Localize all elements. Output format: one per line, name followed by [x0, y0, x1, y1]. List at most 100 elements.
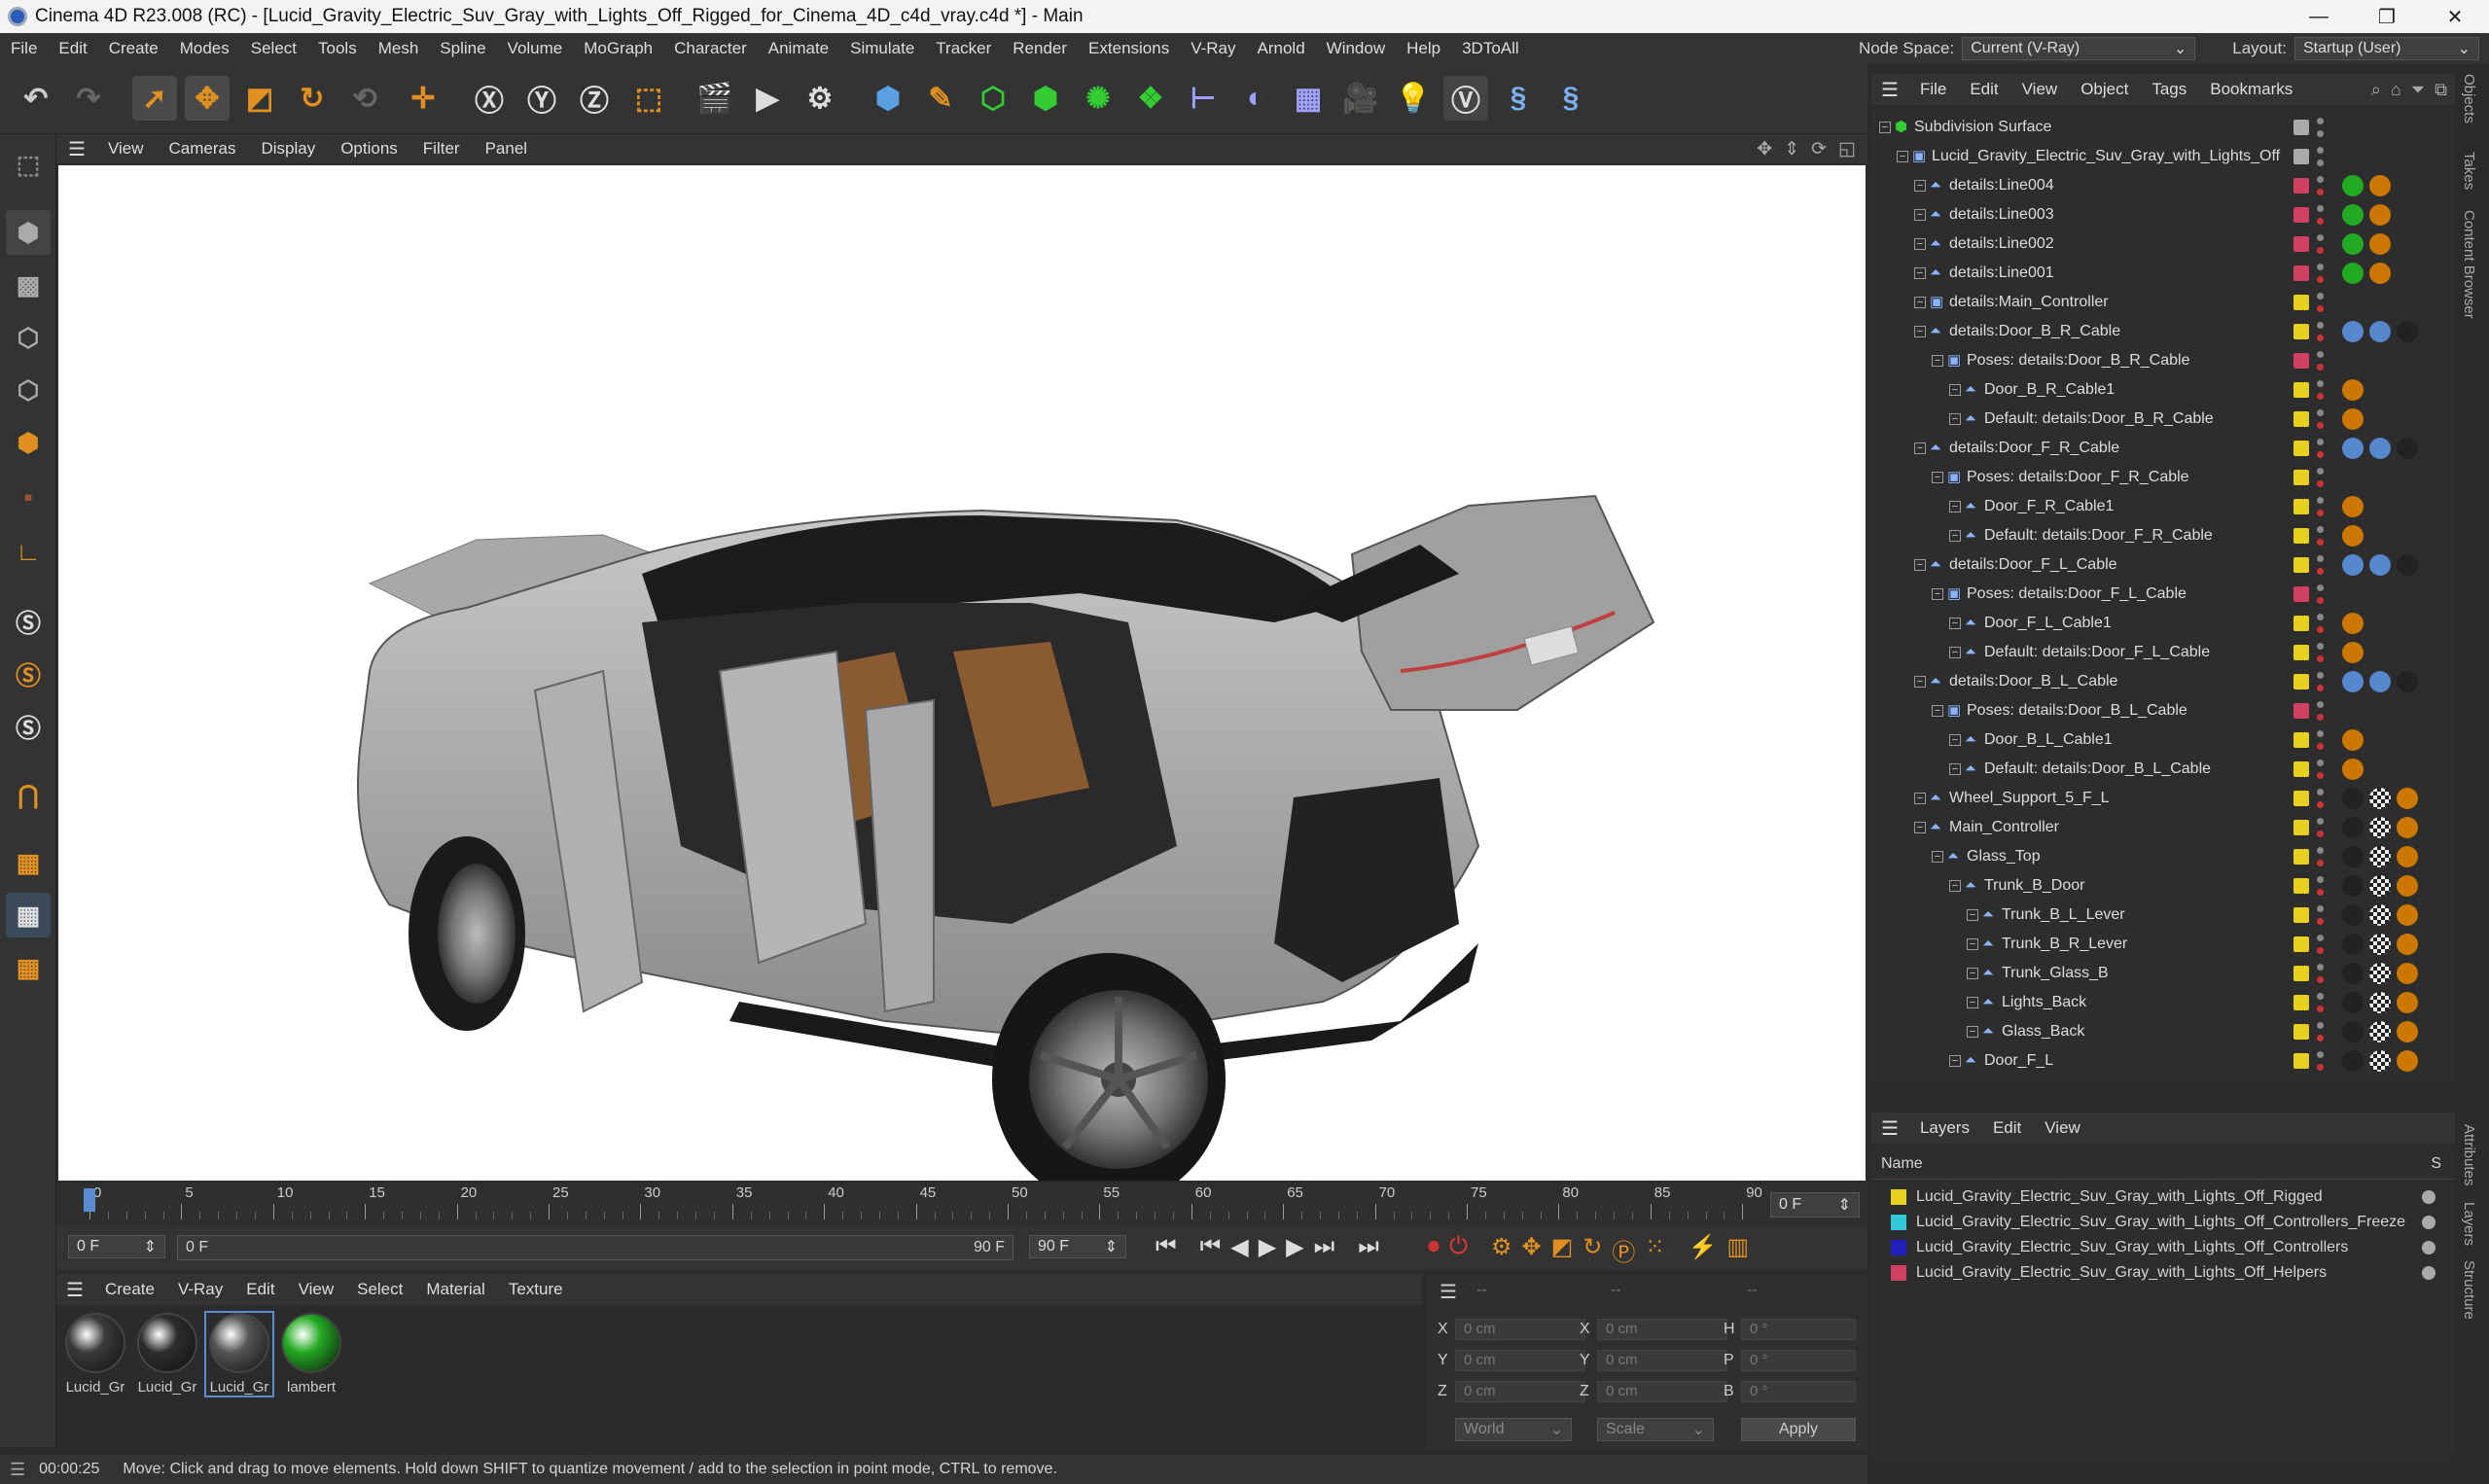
side-tab-takes[interactable]: Takes: [2461, 152, 2477, 190]
object-tag-icon[interactable]: [2397, 846, 2418, 867]
layer-color-swatch[interactable]: [2293, 207, 2309, 223]
object-tag-icon[interactable]: [2397, 1050, 2418, 1072]
visibility-dots[interactable]: [2317, 205, 2325, 225]
layer-color-swatch[interactable]: [2293, 645, 2309, 660]
keyframe-selection-icon[interactable]: ⚙: [1491, 1233, 1512, 1267]
polygons-mode-icon[interactable]: ⬢: [6, 420, 51, 465]
object-tag-icon[interactable]: [2369, 554, 2391, 576]
material-menu-view[interactable]: View: [287, 1280, 346, 1299]
object-tag-icon[interactable]: [2397, 817, 2418, 838]
home-icon[interactable]: ⌂: [2391, 80, 2401, 100]
material-menu-edit[interactable]: Edit: [234, 1280, 286, 1299]
layer-solo-toggle[interactable]: [2422, 1241, 2436, 1254]
object-tag-icon[interactable]: [2397, 963, 2418, 984]
object-tag-icon[interactable]: [2342, 1021, 2364, 1042]
object-menu-edit[interactable]: Edit: [1958, 80, 2009, 99]
viewport-menu-filter[interactable]: Filter: [410, 139, 473, 159]
object-tag-icon[interactable]: [2342, 642, 2364, 663]
expand-toggle-icon[interactable]: −: [1949, 501, 1961, 512]
object-tag-icon[interactable]: [2342, 904, 2364, 926]
visibility-dots[interactable]: [2317, 351, 2325, 371]
viewport-menu-cameras[interactable]: Cameras: [156, 139, 248, 159]
timeline-window-icon[interactable]: ▥: [1726, 1233, 1749, 1267]
layer-color-swatch[interactable]: [2293, 557, 2309, 573]
object-tag-icon[interactable]: [2342, 613, 2364, 634]
snap-quantize-icon[interactable]: Ⓢ: [6, 704, 51, 749]
pos-y-field[interactable]: 0 cm: [1455, 1350, 1585, 1371]
visibility-dots[interactable]: [2317, 964, 2325, 983]
pan-view-icon[interactable]: ✥: [1757, 138, 1772, 160]
object-tag-icon[interactable]: [2369, 904, 2391, 926]
layer-color-swatch[interactable]: [2293, 616, 2309, 631]
object-tag-icon[interactable]: [2369, 175, 2391, 196]
object-row[interactable]: − ▣ Poses: details:Door_B_L_Cable: [1871, 696, 2436, 725]
material-menu-material[interactable]: Material: [414, 1280, 496, 1299]
expand-toggle-icon[interactable]: −: [1949, 763, 1961, 775]
object-menu-bookmarks[interactable]: Bookmarks: [2198, 80, 2304, 99]
material-swatch[interactable]: Lucid_Gr: [62, 1313, 128, 1396]
menu-v-ray[interactable]: V-Ray: [1180, 39, 1246, 58]
scale-icon[interactable]: ◩: [237, 76, 282, 121]
extrude-icon[interactable]: ⬢: [1023, 76, 1068, 121]
visibility-dots[interactable]: [2317, 672, 2325, 691]
light-icon[interactable]: 💡: [1391, 76, 1436, 121]
object-tag-icon[interactable]: [2342, 788, 2364, 809]
object-tag-icon[interactable]: [2397, 1021, 2418, 1042]
object-tag-icon[interactable]: [2369, 846, 2391, 867]
layer-color-swatch[interactable]: [2293, 732, 2309, 748]
apply-button[interactable]: Apply: [1741, 1418, 1856, 1441]
object-row[interactable]: − ⏶ details:Line004: [1871, 171, 2436, 200]
expand-toggle-icon[interactable]: −: [1949, 530, 1961, 542]
object-tag-icon[interactable]: [2342, 759, 2364, 780]
object-row[interactable]: − ⏶ Default: details:Door_B_L_Cable: [1871, 755, 2436, 784]
expand-toggle-icon[interactable]: −: [1967, 938, 1978, 950]
camera-icon[interactable]: 🎥: [1338, 76, 1383, 121]
menu-file[interactable]: File: [0, 39, 48, 58]
object-tag-icon[interactable]: [2342, 992, 2364, 1013]
key-scale-icon[interactable]: ◩: [1551, 1233, 1574, 1267]
object-row[interactable]: − ▣ Poses: details:Door_F_L_Cable: [1871, 580, 2436, 609]
object-tag-icon[interactable]: [2369, 875, 2391, 897]
layer-color-swatch[interactable]: [1891, 1215, 1906, 1230]
layer-color-swatch[interactable]: [2293, 441, 2309, 456]
expand-toggle-icon[interactable]: −: [1897, 151, 1908, 162]
layer-color-swatch[interactable]: [2293, 674, 2309, 689]
visibility-dots[interactable]: [2317, 118, 2325, 137]
object-row[interactable]: − ⏶ details:Line002: [1871, 230, 2436, 259]
move-icon[interactable]: ✥: [185, 76, 230, 121]
layer-color-swatch[interactable]: [2293, 936, 2309, 952]
visibility-dots[interactable]: [2317, 497, 2325, 516]
object-tag-icon[interactable]: [2369, 321, 2391, 342]
object-row[interactable]: − ⏶ Glass_Back: [1871, 1017, 2436, 1046]
layer-row[interactable]: Lucid_Gravity_Electric_Suv_Gray_with_Lig…: [1881, 1260, 2445, 1286]
key-position-icon[interactable]: ✥: [1522, 1233, 1542, 1267]
visibility-dots[interactable]: [2317, 993, 2325, 1012]
side-tab-structure[interactable]: Structure: [2461, 1260, 2477, 1320]
menu-mograph[interactable]: MoGraph: [573, 39, 663, 58]
layer-color-swatch[interactable]: [2293, 470, 2309, 485]
object-row[interactable]: − ⬢ Subdivision Surface: [1871, 113, 2436, 142]
y-axis-icon[interactable]: Ⓨ: [519, 76, 564, 121]
layer-color-swatch[interactable]: [2293, 820, 2309, 835]
layer-row[interactable]: Lucid_Gravity_Electric_Suv_Gray_with_Lig…: [1881, 1184, 2445, 1210]
object-tag-icon[interactable]: [2369, 1021, 2391, 1042]
side-tab-attributes[interactable]: Attributes: [2461, 1124, 2477, 1185]
coordinate-system-icon[interactable]: ⬚: [626, 76, 671, 121]
layer-color-swatch[interactable]: [2293, 499, 2309, 514]
render-region-icon[interactable]: 🎬: [693, 76, 737, 121]
floor-icon[interactable]: ▦: [1286, 76, 1331, 121]
deformer-icon[interactable]: ⊢: [1181, 76, 1226, 121]
object-tag-icon[interactable]: [2342, 438, 2364, 459]
object-row[interactable]: − ⏶ details:Line003: [1871, 200, 2436, 230]
object-tag-icon[interactable]: [2342, 875, 2364, 897]
expand-toggle-icon[interactable]: −: [1914, 822, 1926, 833]
size-y-field[interactable]: 0 cm: [1597, 1350, 1727, 1371]
key-pla-icon[interactable]: ⁙: [1645, 1233, 1664, 1267]
layer-row[interactable]: Lucid_Gravity_Electric_Suv_Gray_with_Lig…: [1881, 1235, 2445, 1260]
visibility-dots[interactable]: [2317, 730, 2325, 750]
visibility-dots[interactable]: [2317, 409, 2325, 429]
hamburger-icon[interactable]: ☰: [1871, 1116, 1908, 1141]
edges-mode-icon[interactable]: ⬡: [6, 368, 51, 412]
expand-toggle-icon[interactable]: −: [1949, 1055, 1961, 1067]
z-axis-icon[interactable]: Ⓩ: [572, 76, 617, 121]
